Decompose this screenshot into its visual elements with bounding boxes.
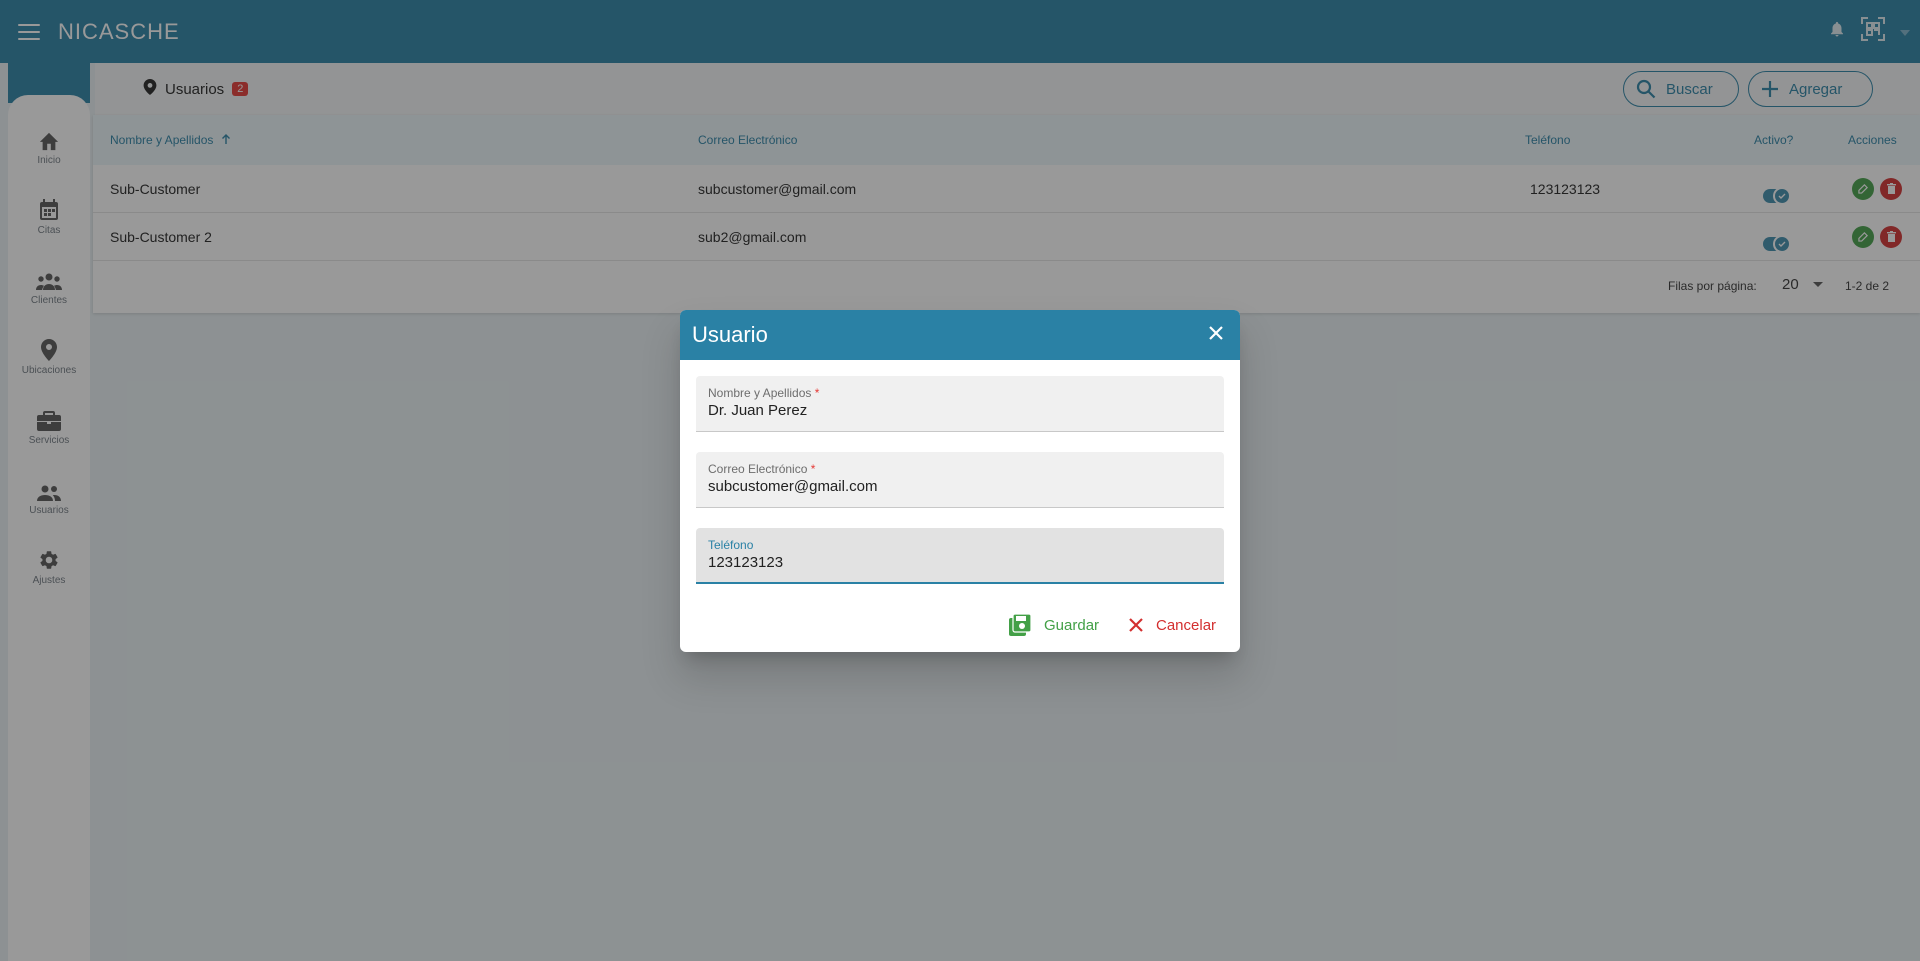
name-field-label: Nombre y Apellidos * (708, 386, 820, 400)
cancel-button[interactable]: Cancelar (1128, 612, 1216, 638)
email-input[interactable] (708, 478, 1208, 495)
user-dialog: Usuario Nombre y Apellidos * Correo Elec… (680, 310, 1240, 652)
save-button-label: Guardar (1044, 616, 1100, 634)
phone-field-label: Teléfono (708, 538, 754, 552)
email-field[interactable]: Correo Electrónico * (696, 452, 1224, 508)
dialog-header: Usuario (680, 310, 1240, 360)
phone-field[interactable]: Teléfono (696, 528, 1224, 584)
cancel-button-label: Cancelar (1156, 616, 1217, 634)
close-icon[interactable] (1208, 325, 1224, 346)
email-field-label: Correo Electrónico * (708, 462, 816, 476)
name-field[interactable]: Nombre y Apellidos * (696, 376, 1224, 432)
phone-input[interactable] (708, 554, 1208, 571)
close-x-icon (1128, 617, 1144, 633)
save-button[interactable]: Guardar (1008, 612, 1099, 638)
dialog-title: Usuario (692, 322, 768, 347)
save-icon (1008, 613, 1032, 637)
name-input[interactable] (708, 402, 1208, 419)
